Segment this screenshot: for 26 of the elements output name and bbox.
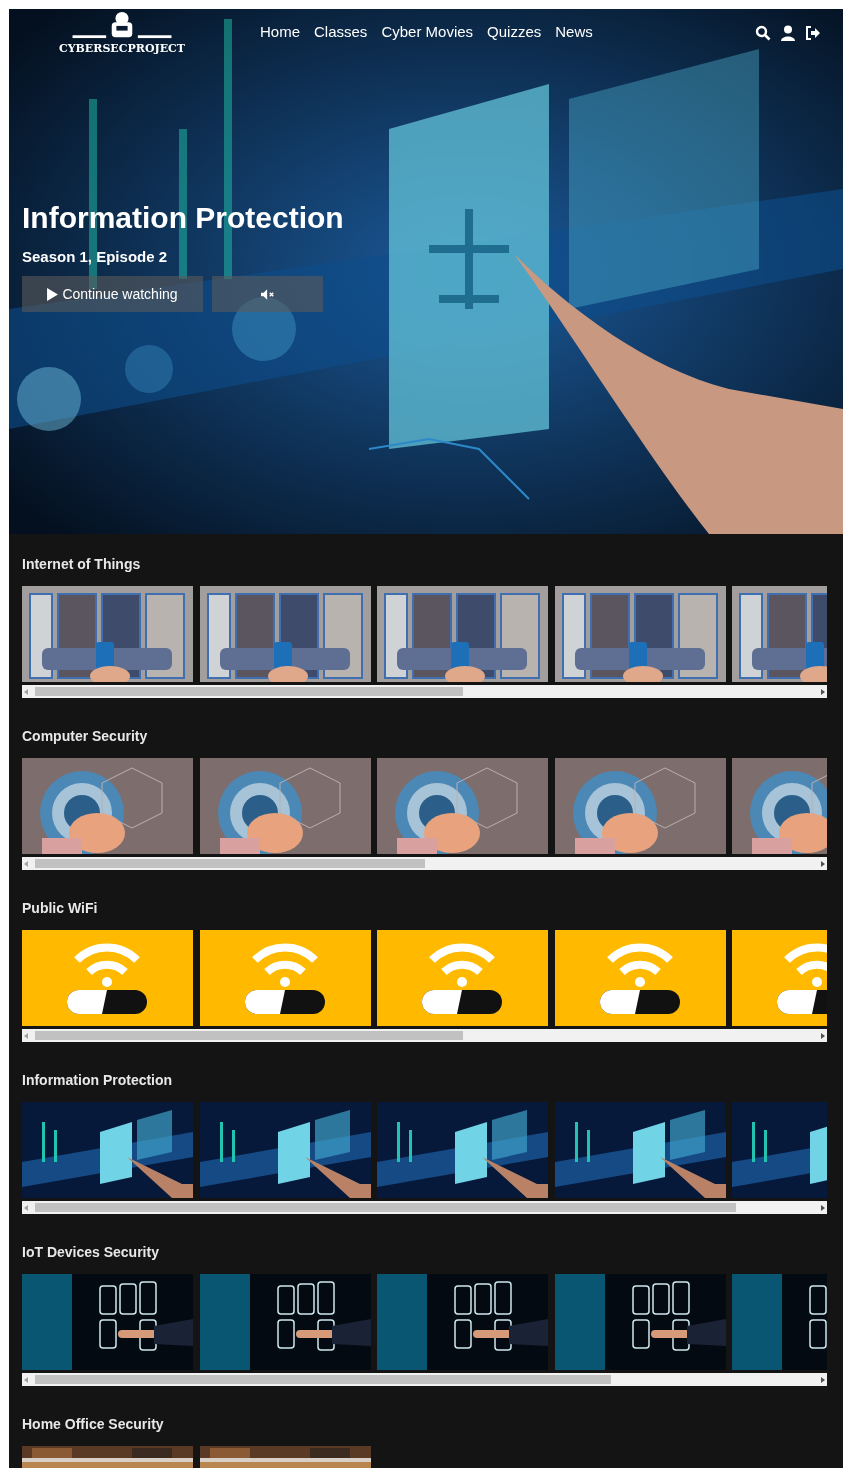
horizontal-scrollbar[interactable] bbox=[22, 1373, 827, 1386]
nav-link[interactable]: Cyber Movies bbox=[381, 23, 474, 40]
robot-logo-icon bbox=[70, 11, 174, 39]
nav-link[interactable]: Classes bbox=[314, 23, 368, 40]
category-title: Computer Security bbox=[22, 728, 149, 744]
search-icon[interactable] bbox=[755, 25, 771, 41]
category-title: Public WiFi bbox=[22, 900, 99, 916]
sign-out-icon[interactable] bbox=[805, 25, 821, 41]
logo-text[interactable]: CYBERSECPROJECT bbox=[58, 42, 185, 55]
hero-title: Information Protection bbox=[22, 200, 345, 236]
category-title: Home Office Security bbox=[22, 1416, 165, 1432]
category-title: Internet of Things bbox=[22, 556, 142, 572]
horizontal-scrollbar[interactable] bbox=[22, 1201, 827, 1214]
category-title: IoT Devices Security bbox=[22, 1244, 160, 1260]
nav-link[interactable]: News bbox=[555, 23, 593, 40]
continue-watching-button[interactable]: Continue watching bbox=[22, 276, 203, 312]
muted-speaker-icon bbox=[260, 288, 275, 300]
horizontal-scrollbar[interactable] bbox=[22, 685, 827, 698]
episode-label: Season 1, Episode 2 bbox=[22, 248, 169, 265]
play-icon bbox=[47, 287, 59, 301]
nav-link[interactable]: Home bbox=[260, 23, 300, 40]
user-icon[interactable] bbox=[780, 25, 796, 41]
horizontal-scrollbar[interactable] bbox=[22, 1029, 827, 1042]
category-title: Information Protection bbox=[22, 1072, 174, 1088]
nav-link[interactable]: Quizzes bbox=[487, 23, 542, 40]
horizontal-scrollbar[interactable] bbox=[22, 857, 827, 870]
